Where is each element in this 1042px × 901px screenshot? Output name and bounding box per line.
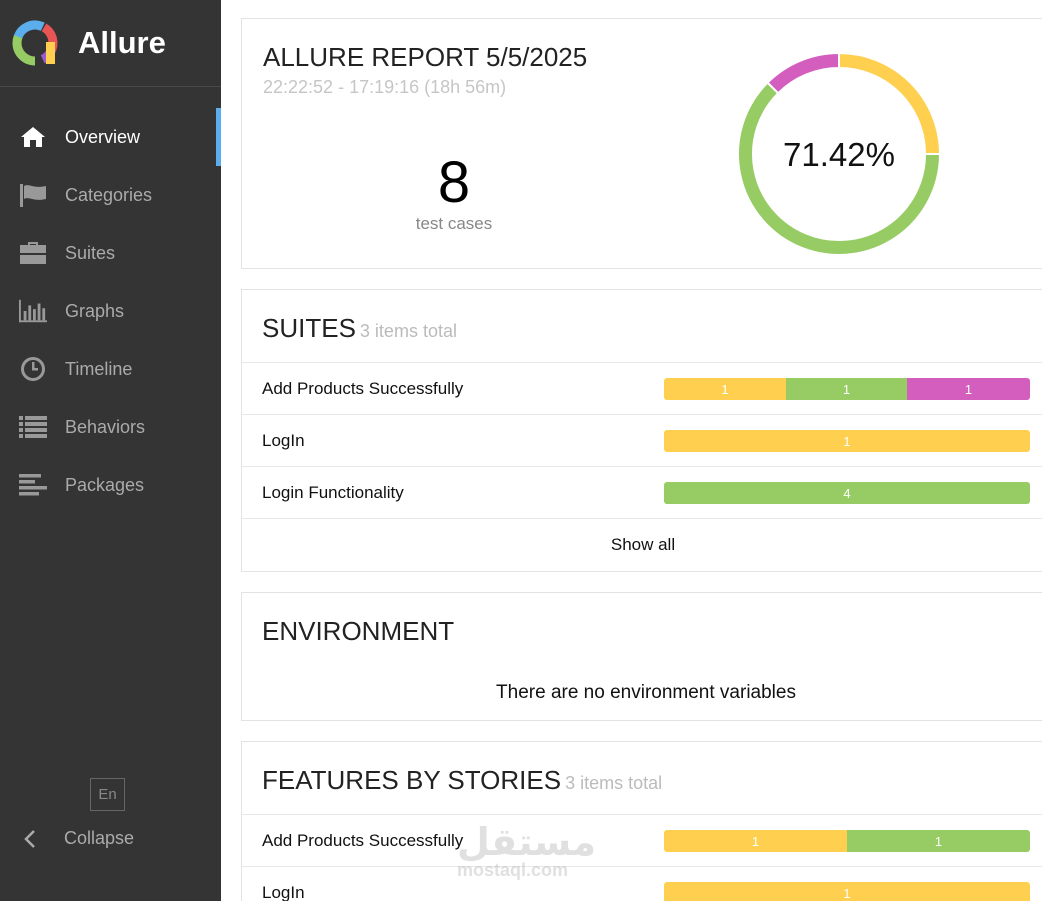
- sidebar-nav: Overview Categories Suites Graphs Timeli…: [0, 108, 221, 514]
- suite-row[interactable]: LogIn 1: [242, 415, 1042, 467]
- suites-widget: SUITES 3 items total Add Products Success…: [241, 289, 1042, 572]
- passed-segment: 1: [786, 378, 907, 400]
- brand-name: Allure: [78, 25, 166, 60]
- environment-title: ENVIRONMENT: [262, 616, 455, 646]
- sidebar-item-label: Behaviors: [65, 416, 146, 437]
- sidebar-item-label: Suites: [65, 242, 116, 263]
- status-bar: 1: [664, 882, 1030, 901]
- suite-name: Add Products Successfully: [262, 378, 464, 398]
- status-bar: 4: [664, 482, 1030, 504]
- features-header: FEATURES BY STORIES 3 items total: [242, 742, 1042, 815]
- suites-title: SUITES: [262, 313, 356, 343]
- align-left-icon: [19, 471, 47, 499]
- sidebar-item-packages[interactable]: Packages: [0, 456, 221, 514]
- sidebar-item-label: Graphs: [65, 300, 125, 321]
- status-bar: 1: [664, 430, 1030, 452]
- features-widget: FEATURES BY STORIES 3 items total Add Pro…: [241, 741, 1042, 901]
- sidebar-item-label: Timeline: [65, 358, 133, 379]
- feature-row[interactable]: LogIn 1: [242, 867, 1042, 901]
- summary-widget: ALLURE REPORT 5/5/2025 22:22:52 - 17:19:…: [241, 18, 1042, 269]
- status-bar: 1 1 1: [664, 378, 1030, 400]
- test-count-label: test cases: [415, 214, 493, 233]
- suites-header: SUITES 3 items total: [242, 290, 1042, 363]
- report-title: ALLURE REPORT 5/5/2025: [263, 42, 588, 72]
- broken-segment: 1: [664, 430, 1030, 452]
- suite-name: Login Functionality: [262, 482, 404, 502]
- environment-widget: ENVIRONMENT There are no environment var…: [241, 592, 1042, 721]
- collapse-button[interactable]: Collapse: [24, 828, 134, 849]
- passed-segment: 1: [847, 830, 1030, 852]
- feature-name: LogIn: [262, 882, 305, 901]
- sidebar-item-categories[interactable]: Categories: [0, 166, 221, 224]
- suite-row[interactable]: Login Functionality 4: [242, 467, 1042, 519]
- broken-segment: 1: [664, 830, 847, 852]
- chevron-left-icon: [24, 829, 35, 848]
- environment-empty-message: There are no environment variables: [496, 682, 796, 703]
- briefcase-icon: [19, 239, 47, 267]
- flag-icon: [19, 181, 47, 209]
- feature-row[interactable]: Add Products Successfully 1 1: [242, 815, 1042, 867]
- sidebar-item-overview[interactable]: Overview: [0, 108, 221, 166]
- sidebar-item-label: Overview: [65, 126, 141, 147]
- suite-row[interactable]: Add Products Successfully 1 1 1: [242, 363, 1042, 415]
- environment-header: ENVIRONMENT: [242, 593, 1042, 647]
- home-icon: [19, 123, 47, 151]
- status-donut-chart[interactable]: 71.42%: [736, 51, 942, 257]
- suites-count: 3 items total: [359, 321, 457, 341]
- test-count: 8: [437, 150, 471, 215]
- sidebar-item-graphs[interactable]: Graphs: [0, 282, 221, 340]
- donut-slice-unknown[interactable]: [766, 51, 840, 95]
- passed-segment: 4: [664, 482, 1030, 504]
- collapse-label: Collapse: [64, 828, 135, 848]
- sidebar-item-timeline[interactable]: Timeline: [0, 340, 221, 398]
- report-dates: 22:22:52 - 17:19:16 (18h 56m): [263, 77, 507, 97]
- allure-logo-icon: [12, 20, 58, 66]
- feature-name: Add Products Successfully: [262, 830, 464, 850]
- list-icon: [19, 413, 47, 441]
- features-count: 3 items total: [565, 773, 663, 793]
- sidebar-item-behaviors[interactable]: Behaviors: [0, 398, 221, 456]
- broken-segment: 1: [664, 882, 1030, 901]
- features-title: FEATURES BY STORIES: [262, 765, 562, 795]
- unknown-segment: 1: [907, 378, 1030, 400]
- language-button[interactable]: En: [90, 778, 125, 811]
- brand[interactable]: Allure: [0, 0, 221, 87]
- clock-icon: [19, 355, 47, 383]
- broken-segment: 1: [664, 378, 786, 400]
- sidebar-item-label: Packages: [65, 474, 145, 495]
- sidebar: Allure Overview Categories Suites Graphs: [0, 0, 221, 901]
- suite-name: LogIn: [262, 430, 305, 450]
- status-bar: 1 1: [664, 830, 1030, 852]
- sidebar-item-label: Categories: [65, 184, 153, 205]
- donut-percent-label: 71.42%: [783, 136, 895, 173]
- bar-chart-icon: [19, 297, 47, 325]
- show-all-link[interactable]: Show all: [242, 519, 1042, 571]
- sidebar-item-suites[interactable]: Suites: [0, 224, 221, 282]
